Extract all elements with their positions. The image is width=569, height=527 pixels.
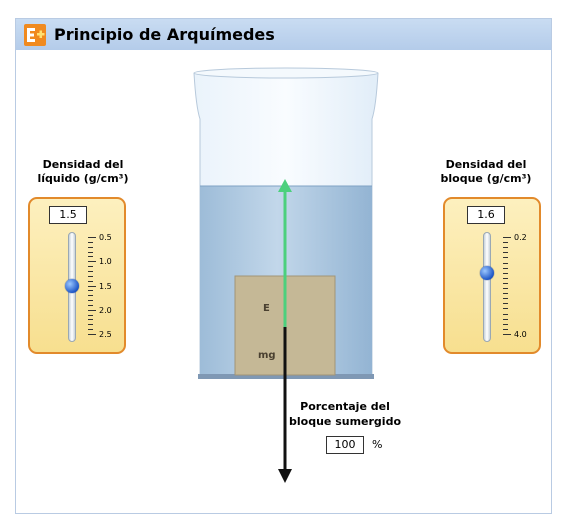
scale-major-tick	[503, 237, 511, 238]
submerged-percentage-label-line2: bloque sumergido	[289, 415, 401, 428]
scale-tick	[88, 295, 93, 297]
scale-major-tick	[88, 285, 96, 287]
scale-tick	[88, 280, 93, 282]
scale-tick	[503, 328, 508, 330]
scale-tick	[503, 318, 508, 320]
weight-label: mg	[258, 350, 276, 361]
block-density-title-line1: Densidad del	[445, 158, 527, 171]
title-bar: Principio de Arquímedes	[16, 19, 551, 50]
scale-tick	[503, 277, 508, 279]
scale-tick	[503, 313, 508, 315]
liquid-density-slider-knob[interactable]	[65, 278, 79, 293]
block-density-title: Densidad del bloque (g/cm³)	[431, 158, 541, 186]
scale-label: 1.5	[99, 281, 112, 291]
scale-tick	[503, 267, 508, 269]
scale-major-tick	[503, 334, 511, 335]
scale-major-tick	[88, 334, 96, 335]
scale-tick	[88, 270, 93, 272]
submerged-percentage-label-line1: Porcentaje del	[300, 400, 390, 413]
scale-label: 2.5	[99, 330, 112, 339]
block-density-slider-knob[interactable]	[480, 265, 494, 280]
scale-label: 4.0	[514, 330, 527, 339]
scale-tick	[503, 247, 508, 249]
page-title: Principio de Arquímedes	[54, 25, 275, 44]
submerged-percentage-value: 100	[326, 436, 364, 454]
liquid-density-title: Densidad del líquido (g/cm³)	[28, 158, 138, 186]
scale-tick	[88, 241, 93, 243]
scale-major-tick	[88, 237, 96, 238]
scale-tick	[88, 275, 93, 277]
scale-tick	[88, 300, 93, 302]
scale-tick	[88, 324, 93, 326]
scale-tick	[88, 266, 93, 268]
scale-tick	[88, 256, 93, 258]
liquid-density-panel: 1.5 0.5 1.0 1.5 2.0 2.5	[28, 197, 126, 354]
scale-tick	[503, 262, 508, 264]
scale-tick	[503, 242, 508, 244]
percentage-unit: %	[372, 438, 383, 451]
scale-tick	[503, 298, 508, 300]
scale-tick	[88, 246, 93, 248]
scale-tick	[88, 290, 93, 292]
block-density-panel: 1.6 0.2 4.0	[443, 197, 541, 354]
arrow-plus-logo-icon	[24, 24, 46, 46]
liquid-density-input[interactable]: 1.5	[49, 206, 87, 224]
block-density-input[interactable]: 1.6	[467, 206, 505, 224]
scale-tick	[88, 319, 93, 321]
scale-tick	[503, 293, 508, 295]
scale-label: 0.5	[99, 233, 112, 242]
scale-tick	[503, 323, 508, 325]
liquid-density-title-line1: Densidad del	[42, 158, 124, 171]
liquid-density-title-line2: líquido (g/cm³)	[37, 172, 129, 185]
block-density-slider-track[interactable]	[483, 232, 491, 342]
scale-tick	[503, 303, 508, 305]
submerged-percentage-label: Porcentaje del bloque sumergido	[285, 399, 405, 429]
block-density-title-line2: bloque (g/cm³)	[440, 172, 532, 185]
scale-label: 1.0	[99, 257, 112, 267]
buoyancy-label: E	[263, 303, 270, 314]
scale-major-tick	[88, 309, 96, 311]
scale-label: 0.2	[514, 233, 527, 242]
scale-tick	[503, 272, 508, 274]
scale-major-tick	[88, 261, 96, 263]
scale-tick	[88, 251, 93, 253]
scale-label: 2.0	[99, 305, 112, 315]
scale-tick	[88, 314, 93, 316]
scale-tick	[503, 308, 508, 310]
scale-tick	[503, 252, 508, 254]
scale-tick	[503, 282, 508, 284]
scale-tick	[503, 257, 508, 259]
scale-tick	[503, 288, 508, 290]
scale-tick	[88, 304, 93, 306]
scale-tick	[88, 329, 93, 331]
